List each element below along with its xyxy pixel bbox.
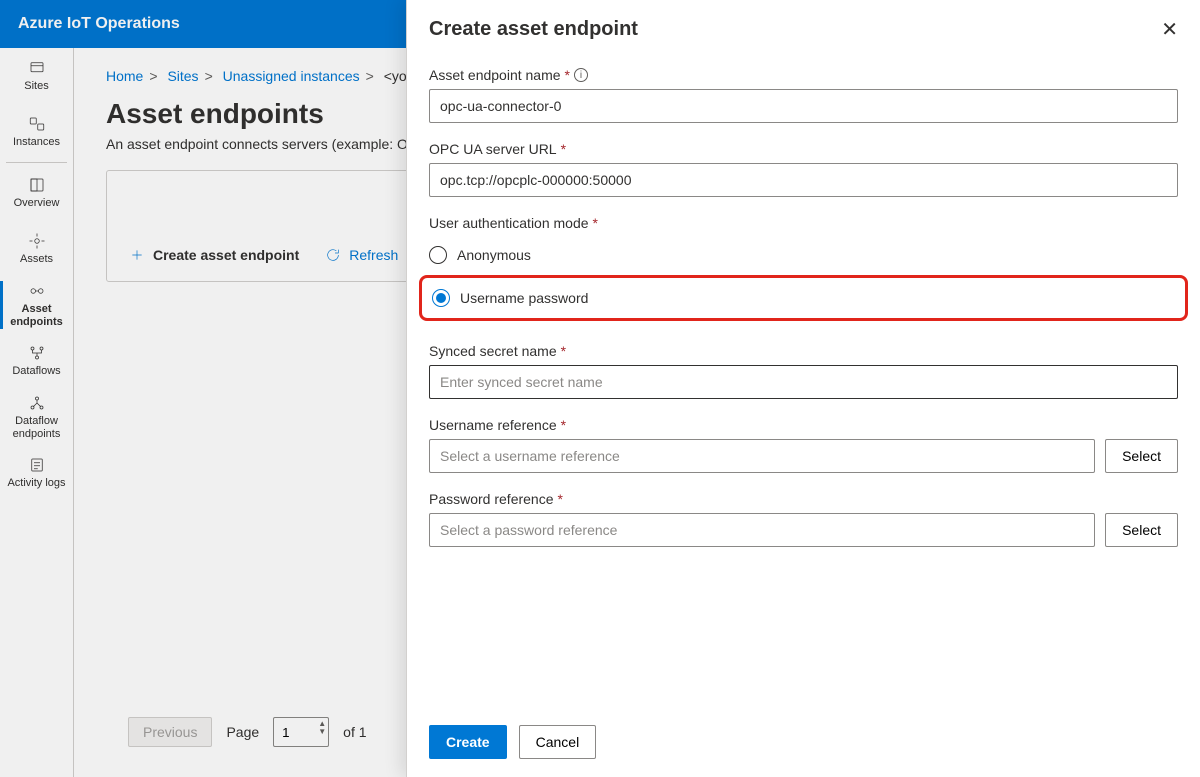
create-button[interactable]: Create (429, 725, 507, 759)
panel-header: Create asset endpoint ✕ (407, 0, 1200, 47)
server-url-label: OPC UA server URL (429, 141, 557, 157)
username-ref-select-button[interactable]: Select (1105, 439, 1178, 473)
field-auth-mode: User authentication mode * Anonymous Use… (429, 215, 1178, 325)
auth-userpass-option[interactable]: Username password (432, 284, 1175, 312)
field-server-url: OPC UA server URL * (429, 141, 1178, 197)
field-username-ref: Username reference * Select (429, 417, 1178, 473)
required-marker: * (561, 141, 566, 157)
auth-anonymous-option[interactable]: Anonymous (429, 241, 1178, 269)
auth-anonymous-radio[interactable] (429, 246, 447, 264)
cancel-button[interactable]: Cancel (519, 725, 597, 759)
field-password-ref: Password reference * Select (429, 491, 1178, 547)
info-icon[interactable]: i (574, 68, 588, 82)
create-endpoint-panel: Create asset endpoint ✕ Asset endpoint n… (406, 0, 1200, 777)
auth-mode-label: User authentication mode (429, 215, 589, 231)
required-marker: * (561, 417, 566, 433)
username-ref-input[interactable] (429, 439, 1095, 473)
highlight-userpass: Username password (419, 275, 1188, 321)
auth-mode-radio-group: Anonymous Username password (429, 237, 1178, 325)
username-ref-label: Username reference (429, 417, 557, 433)
required-marker: * (558, 491, 563, 507)
required-marker: * (565, 67, 570, 83)
endpoint-name-label: Asset endpoint name (429, 67, 561, 83)
password-ref-input[interactable] (429, 513, 1095, 547)
password-ref-select-button[interactable]: Select (1105, 513, 1178, 547)
password-ref-label: Password reference (429, 491, 554, 507)
endpoint-name-input[interactable] (429, 89, 1178, 123)
panel-footer: Create Cancel (407, 711, 1200, 777)
field-secret-name: Synced secret name * (429, 343, 1178, 399)
field-endpoint-name: Asset endpoint name * i (429, 67, 1178, 123)
required-marker: * (593, 215, 598, 231)
auth-anonymous-label: Anonymous (457, 247, 531, 263)
auth-userpass-radio[interactable] (432, 289, 450, 307)
panel-body: Asset endpoint name * i OPC UA server UR… (407, 47, 1200, 711)
secret-name-label: Synced secret name (429, 343, 557, 359)
close-icon[interactable]: ✕ (1161, 20, 1178, 40)
required-marker: * (561, 343, 566, 359)
server-url-input[interactable] (429, 163, 1178, 197)
secret-name-input[interactable] (429, 365, 1178, 399)
panel-title: Create asset endpoint (429, 18, 638, 41)
auth-userpass-label: Username password (460, 290, 588, 306)
